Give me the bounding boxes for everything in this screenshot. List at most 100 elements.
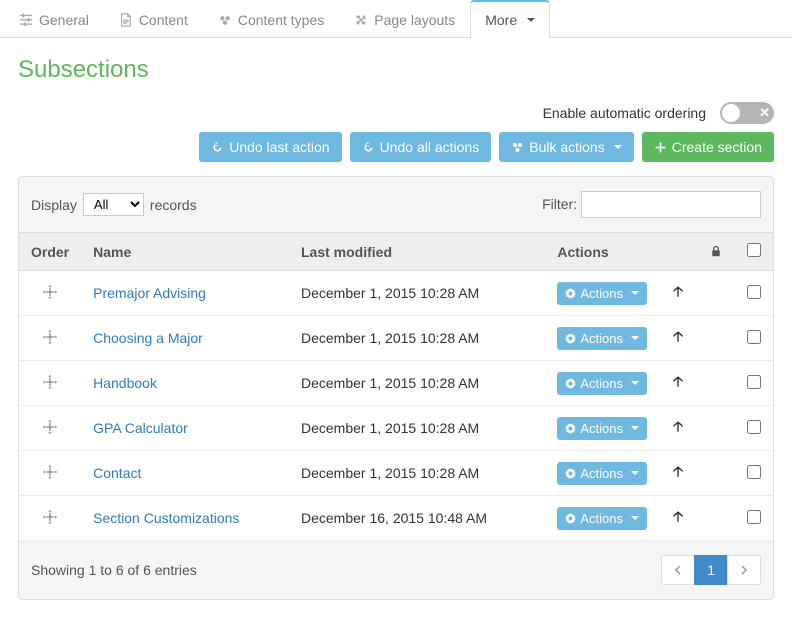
bulk-actions-button[interactable]: Bulk actions: [499, 132, 633, 162]
gear-icon: [565, 423, 576, 434]
row-checkbox[interactable]: [747, 510, 761, 524]
col-order: Order: [19, 233, 81, 271]
col-last-modified[interactable]: Last modified: [289, 233, 545, 271]
tab-content-types[interactable]: Content types: [203, 0, 339, 38]
table-row: GPA Calculator December 1, 2015 10:28 AM A…: [19, 406, 773, 451]
move-up-button[interactable]: 🡡: [673, 328, 683, 344]
page-1[interactable]: 1: [694, 555, 728, 585]
row-modified: December 16, 2015 10:48 AM: [289, 496, 545, 541]
row-checkbox[interactable]: [747, 465, 761, 479]
records-select[interactable]: All: [83, 193, 144, 216]
table-panel: Display All records Filter: Order Name L…: [18, 176, 774, 600]
move-icon[interactable]: [43, 285, 57, 302]
close-icon: ✕: [759, 105, 770, 121]
action-buttons: Undo last action Undo all actions Bulk a…: [0, 132, 792, 176]
tab-label: Content: [139, 12, 188, 28]
gear-icon: [565, 378, 576, 389]
col-select-all: [735, 233, 773, 271]
display-label: Display: [31, 197, 77, 213]
undo-last-button[interactable]: Undo last action: [199, 132, 341, 162]
undo-icon: [211, 141, 224, 154]
file-icon: [119, 13, 133, 27]
move-icon[interactable]: [43, 375, 57, 392]
lock-cell: [697, 316, 735, 361]
row-checkbox[interactable]: [747, 375, 761, 389]
row-checkbox[interactable]: [747, 420, 761, 434]
puzzle-icon: [354, 13, 368, 27]
gear-icon: [565, 513, 576, 524]
table-row: Choosing a Major December 1, 2015 10:28 A…: [19, 316, 773, 361]
row-actions-button[interactable]: Actions: [557, 327, 647, 350]
filter-input[interactable]: [581, 191, 761, 218]
subsections-table: Order Name Last modified Actions Premajo…: [19, 232, 773, 541]
page-title: Subsections: [0, 38, 792, 94]
row-modified: December 1, 2015 10:28 AM: [289, 271, 545, 316]
panel-footer: Showing 1 to 6 of 6 entries 1: [19, 541, 773, 599]
gear-icon: [565, 288, 576, 299]
table-row: Premajor Advising December 1, 2015 10:28 …: [19, 271, 773, 316]
chevron-down-icon: [631, 471, 639, 475]
row-actions-button[interactable]: Actions: [557, 507, 647, 530]
undo-icon: [362, 141, 375, 154]
tab-general[interactable]: General: [4, 0, 104, 38]
table-row: Section Customizations December 16, 2015 …: [19, 496, 773, 541]
row-checkbox[interactable]: [747, 330, 761, 344]
row-actions-button[interactable]: Actions: [557, 282, 647, 305]
row-actions-button[interactable]: Actions: [557, 417, 647, 440]
col-actions: Actions: [545, 233, 659, 271]
tab-more[interactable]: More: [470, 0, 550, 38]
chevron-right-icon: [740, 565, 748, 575]
chevron-down-icon: [631, 291, 639, 295]
tab-page-layouts[interactable]: Page layouts: [339, 0, 470, 38]
tab-bar: General Content Content types Page layou…: [0, 0, 792, 38]
row-checkbox[interactable]: [747, 285, 761, 299]
button-label: Undo all actions: [380, 139, 480, 155]
row-name-link[interactable]: Choosing a Major: [93, 330, 203, 346]
col-name[interactable]: Name: [81, 233, 289, 271]
page-prev[interactable]: [661, 555, 695, 585]
tab-content[interactable]: Content: [104, 0, 203, 38]
row-actions-button[interactable]: Actions: [557, 462, 647, 485]
row-modified: December 1, 2015 10:28 AM: [289, 316, 545, 361]
move-up-button[interactable]: 🡡: [673, 418, 683, 434]
chevron-down-icon: [631, 516, 639, 520]
row-modified: December 1, 2015 10:28 AM: [289, 406, 545, 451]
move-up-button[interactable]: 🡡: [673, 373, 683, 389]
move-up-button[interactable]: 🡡: [673, 508, 683, 524]
button-label: Create section: [672, 139, 762, 155]
pagination: 1: [662, 555, 761, 585]
filter-label: Filter:: [542, 196, 577, 212]
row-name-link[interactable]: Premajor Advising: [93, 285, 206, 301]
undo-all-button[interactable]: Undo all actions: [350, 132, 492, 162]
toggle-label: Enable automatic ordering: [543, 105, 706, 121]
gear-icon: [565, 468, 576, 479]
move-icon[interactable]: [43, 420, 57, 437]
lock-cell: [697, 496, 735, 541]
chevron-left-icon: [674, 565, 682, 575]
tab-label: General: [39, 12, 89, 28]
select-all-checkbox[interactable]: [747, 243, 761, 257]
move-up-button[interactable]: 🡡: [673, 463, 683, 479]
toggle-row: Enable automatic ordering ✕: [0, 94, 792, 132]
gear-icon: [565, 333, 576, 344]
row-name-link[interactable]: Handbook: [93, 375, 157, 391]
move-icon[interactable]: [43, 465, 57, 482]
row-name-link[interactable]: Contact: [93, 465, 141, 481]
row-name-link[interactable]: GPA Calculator: [93, 420, 188, 436]
page-next[interactable]: [727, 555, 761, 585]
row-name-link[interactable]: Section Customizations: [93, 510, 239, 526]
auto-order-toggle[interactable]: ✕: [720, 102, 774, 124]
sliders-icon: [19, 13, 33, 27]
button-label: Undo last action: [229, 139, 329, 155]
move-icon[interactable]: [43, 330, 57, 347]
chevron-down-icon: [631, 336, 639, 340]
row-modified: December 1, 2015 10:28 AM: [289, 361, 545, 406]
create-section-button[interactable]: Create section: [642, 132, 774, 162]
move-up-button[interactable]: 🡡: [673, 283, 683, 299]
table-row: ContactDecember 1, 2015 10:28 AMActions🡡: [19, 451, 773, 496]
move-icon[interactable]: [43, 510, 57, 527]
cubes-icon: [511, 141, 524, 154]
lock-cell: [697, 451, 735, 496]
row-actions-button[interactable]: Actions: [557, 372, 647, 395]
chevron-down-icon: [631, 381, 639, 385]
